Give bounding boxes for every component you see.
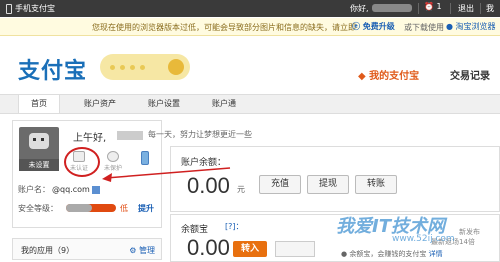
profile-greeting: 上午好,: [73, 133, 107, 144]
logout-link[interactable]: 退出: [458, 3, 474, 14]
slogan: 每一天，努力让梦想更近一些: [148, 130, 252, 139]
notice-message: 您现在使用的浏览器版本过低，可能会导致部分图片和信息的缺失，请立即: [92, 23, 356, 32]
yuebao-label: 余额宝: [181, 225, 209, 235]
balance-panel: 账户余额： 0.00 元 充值 提现 转账: [170, 146, 500, 212]
watermark-url: www.52ij.com: [392, 234, 455, 244]
robot-face-icon: [29, 133, 49, 149]
security-upgrade-link[interactable]: 提升: [138, 203, 154, 214]
top-extra-link[interactable]: 我: [486, 3, 494, 14]
recharge-button[interactable]: 充值: [259, 175, 301, 194]
transfer-button[interactable]: 转账: [355, 175, 397, 194]
taobao-browser-label: 淘宝浏览器: [455, 22, 496, 31]
yuebao-value: 0.00: [187, 235, 230, 260]
tab-account-pass[interactable]: 账户通: [200, 95, 248, 113]
sun-icon: [168, 59, 184, 75]
divider: [418, 3, 419, 14]
yuebao-detail-link[interactable]: 详情: [429, 250, 443, 258]
phone-bind-icon[interactable]: [135, 151, 155, 173]
bell-count: 1: [436, 2, 442, 11]
mobile-alipay-link[interactable]: 手机支付宝: [6, 3, 55, 14]
taobao-browser-link[interactable]: ● 淘宝浏览器: [446, 21, 496, 32]
transfer-out-button[interactable]: [275, 241, 315, 257]
security-level-text: 低: [120, 204, 128, 213]
security-label: 安全等级：: [18, 204, 58, 213]
avatar[interactable]: 未设置: [19, 127, 59, 171]
withdraw-button[interactable]: 提现: [307, 175, 349, 194]
top-greeting: 你好,: [350, 4, 369, 13]
blurred-username: [372, 4, 412, 12]
edit-icon[interactable]: [91, 185, 100, 194]
yuebao-side-note: 新发布: [459, 228, 480, 236]
balance-unit: 元: [237, 185, 245, 194]
my-apps-title: 我的应用（9）: [21, 246, 75, 255]
security-level-bar: [66, 204, 116, 212]
account-email: @qq.com: [52, 185, 90, 194]
logo-decoration: [100, 54, 190, 80]
message-bell[interactable]: ⏰ 1: [424, 2, 442, 11]
protect-label: 未保护: [103, 165, 122, 172]
alipay-logo[interactable]: 支付宝: [18, 53, 87, 85]
phone-icon: [6, 3, 12, 14]
highlight-circle: [64, 147, 100, 177]
account-label: 账户名：: [18, 185, 50, 194]
protect-icon[interactable]: 未保护: [103, 151, 123, 173]
tab-settings[interactable]: 账户设置: [136, 95, 192, 113]
mobile-alipay-label: 手机支付宝: [15, 4, 55, 13]
yuebao-help-icon[interactable]: [?]：: [225, 221, 244, 232]
header: 支付宝 ◆ 我的支付宝 交易记录: [0, 37, 500, 93]
my-apps-header: 我的应用（9） ⚙ 管理: [12, 238, 162, 260]
top-bar: 手机支付宝 你好, ⏰ 1 退出 我: [0, 0, 500, 17]
tab-assets[interactable]: 账户资产: [72, 95, 128, 113]
divider: [480, 3, 481, 14]
nav-trade-records[interactable]: 交易记录: [450, 67, 490, 82]
account-row: 账户名： @qq.com: [18, 184, 100, 195]
apps-manage-link[interactable]: ⚙ 管理: [129, 245, 155, 256]
balance-label: 账户余额：: [181, 158, 227, 168]
nav-my-alipay[interactable]: ◆ 我的支付宝: [358, 67, 419, 82]
tab-home[interactable]: 首页: [18, 95, 60, 113]
browser-notice: 您现在使用的浏览器版本过低，可能会导致部分图片和信息的缺失，请立即 ⓔ 免费升级…: [0, 18, 500, 36]
ie-upgrade-label: 免费升级: [362, 22, 395, 31]
ie-upgrade-link[interactable]: ⓔ 免费升级: [352, 21, 395, 32]
divider: [450, 3, 451, 14]
transfer-in-button[interactable]: 转入: [233, 241, 267, 257]
sub-nav-tabs: 首页 账户资产 账户设置 账户通: [0, 94, 500, 114]
avatar-caption: 未设置: [19, 159, 59, 171]
blurred-name: [117, 131, 143, 140]
yuebao-note-text: 余额宝，会赚钱的支付宝: [349, 250, 427, 258]
or-download-text: 或下载使用: [404, 23, 444, 32]
balance-value: 0.00: [187, 173, 230, 198]
